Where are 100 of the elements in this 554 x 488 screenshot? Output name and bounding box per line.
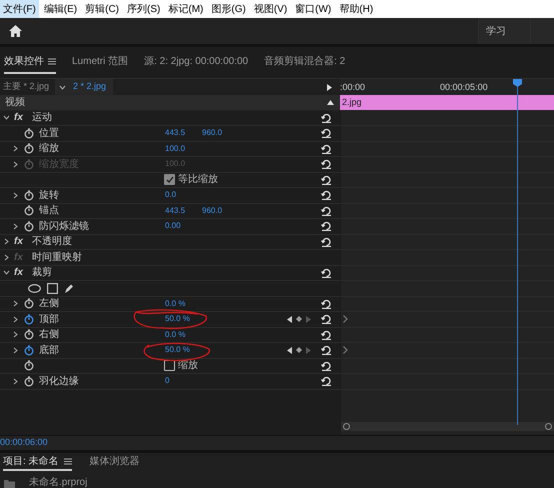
menu-icon[interactable] — [48, 58, 56, 65]
chevron-right-icon[interactable] — [12, 316, 19, 323]
chevron-right-icon[interactable] — [12, 378, 19, 385]
menu-item[interactable]: 编辑(E) — [40, 0, 80, 18]
menu-item[interactable]: 剪辑(C) — [82, 0, 122, 18]
menu-item[interactable]: 图形(G) — [208, 0, 249, 18]
property-value[interactable]: 50.0 % — [165, 344, 202, 356]
menu-item[interactable]: 序列(S) — [124, 0, 164, 18]
stopwatch-icon[interactable] — [24, 314, 34, 325]
chevron-down-icon[interactable] — [59, 84, 66, 90]
playhead-handle[interactable] — [513, 79, 522, 87]
add-keyframe-icon[interactable] — [296, 316, 302, 322]
chevron-right-icon[interactable] — [12, 331, 19, 338]
property-value[interactable]: 0.0 — [165, 189, 202, 202]
stopwatch-icon[interactable] — [24, 143, 34, 154]
menu-item[interactable]: 窗口(W) — [292, 0, 334, 18]
chevron-down-icon[interactable] — [3, 269, 10, 276]
checkbox-label: 缩放 — [178, 359, 198, 374]
previous-keyframe-icon[interactable] — [287, 346, 292, 354]
panel-tab[interactable]: 项目: 未命名 — [3, 454, 72, 471]
chevron-right-icon[interactable] — [3, 238, 10, 246]
chevron-right-icon[interactable] — [12, 222, 19, 230]
reset-icon[interactable] — [321, 190, 332, 200]
stopwatch-icon[interactable] — [24, 329, 34, 340]
menu-item[interactable]: 视图(V) — [250, 0, 290, 18]
checkbox[interactable] — [164, 360, 175, 372]
panel-tab[interactable]: 音频剪辑混合器: 2 — [264, 51, 346, 74]
pen-icon[interactable] — [64, 282, 74, 294]
reset-icon[interactable] — [321, 330, 332, 340]
chevron-right-icon[interactable] — [12, 346, 19, 354]
property-value[interactable]: 0.00 — [165, 220, 202, 232]
property-value[interactable]: 443.5 — [165, 204, 202, 217]
reset-icon[interactable] — [321, 144, 332, 154]
reset-icon[interactable] — [321, 298, 332, 309]
menu-item[interactable]: 文件(F) — [0, 0, 39, 18]
property-value[interactable]: 0 — [165, 375, 202, 388]
menu-icon[interactable] — [64, 458, 72, 465]
stopwatch-icon[interactable] — [24, 220, 34, 232]
reset-icon[interactable] — [321, 268, 332, 278]
property-value[interactable]: 960.0 — [202, 127, 239, 140]
property-value[interactable]: 443.5 — [165, 127, 202, 140]
scrollbar[interactable] — [341, 422, 554, 431]
ellipse-mask-icon[interactable] — [28, 284, 41, 293]
reset-icon[interactable] — [321, 174, 332, 185]
reset-icon[interactable] — [321, 236, 332, 247]
panel-tab[interactable]: 源: 2: 2jpg: 00:00:00:00 — [144, 51, 248, 74]
home-icon[interactable] — [9, 25, 22, 37]
stopwatch-icon[interactable] — [24, 360, 34, 372]
reset-icon[interactable] — [321, 376, 332, 386]
panel-tab[interactable]: Lumetri 范围 — [72, 51, 128, 74]
checkbox[interactable] — [164, 174, 175, 186]
project-file[interactable]: 未命名.prproj — [29, 477, 88, 488]
chevron-right-icon[interactable] — [343, 346, 348, 354]
fx-badge[interactable]: fx — [14, 265, 26, 280]
property-value[interactable]: 960.0 — [202, 204, 239, 217]
workspace-tab[interactable]: 学习 — [478, 18, 530, 44]
property-value[interactable]: 0.0 % — [165, 328, 202, 341]
add-keyframe-icon[interactable] — [296, 347, 302, 354]
collapse-icon[interactable] — [327, 100, 334, 105]
effect-name: 运动 — [32, 110, 52, 126]
play-icon[interactable] — [327, 84, 332, 90]
reset-icon[interactable] — [321, 206, 332, 216]
rectangle-mask-icon[interactable] — [47, 282, 58, 294]
clip-dropdown[interactable]: 2 * 2.jpg — [55, 79, 113, 95]
clip-bar[interactable]: 2.jpg — [340, 95, 554, 110]
reset-icon[interactable] — [321, 345, 332, 356]
property-label: 缩放 — [39, 142, 59, 156]
menu-item[interactable]: 标记(M) — [165, 0, 206, 18]
reset-icon[interactable] — [321, 112, 332, 123]
chevron-right-icon[interactable] — [343, 315, 348, 324]
effect-name: 时间重映射 — [32, 250, 82, 265]
fx-badge[interactable]: fx — [14, 110, 26, 126]
stopwatch-icon[interactable] — [24, 344, 34, 356]
property-value[interactable]: 0.0 % — [165, 298, 202, 310]
property-value[interactable]: 50.0 % — [165, 313, 202, 326]
stopwatch-icon[interactable] — [24, 190, 34, 201]
time-ruler[interactable]: :00:00 00:00:05:00 — [340, 79, 554, 95]
reset-icon[interactable] — [321, 221, 332, 232]
property-label: 顶部 — [39, 312, 59, 327]
stopwatch-icon[interactable] — [24, 376, 34, 387]
reset-icon[interactable] — [321, 128, 332, 138]
chevron-right-icon[interactable] — [3, 254, 10, 261]
chevron-right-icon[interactable] — [12, 145, 19, 152]
panel-tab[interactable]: 效果控件 — [4, 51, 56, 74]
panel-tab[interactable]: 媒体浏览器 — [90, 454, 140, 471]
stopwatch-icon[interactable] — [24, 128, 34, 139]
property-value[interactable]: 100.0 — [165, 142, 202, 155]
reset-icon[interactable] — [321, 360, 332, 371]
stopwatch-icon[interactable] — [24, 298, 34, 310]
fx-badge[interactable]: fx — [14, 234, 26, 250]
reset-icon[interactable] — [321, 314, 332, 324]
menu-item[interactable]: 帮助(H) — [336, 0, 376, 18]
previous-keyframe-icon[interactable] — [287, 316, 292, 323]
property-label: 防闪烁滤镜 — [39, 220, 89, 234]
chevron-down-icon[interactable] — [3, 114, 10, 122]
property-label: 位置 — [39, 126, 59, 141]
stopwatch-icon[interactable] — [24, 205, 34, 216]
timecode[interactable]: 00:00:06:00 — [0, 436, 48, 450]
chevron-right-icon[interactable] — [12, 300, 19, 308]
chevron-right-icon[interactable] — [12, 192, 19, 199]
